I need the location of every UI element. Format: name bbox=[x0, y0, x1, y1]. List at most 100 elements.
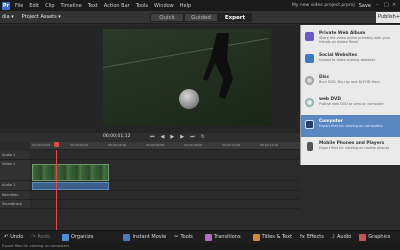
publish-item-desc: Export files for viewing on mobile phone… bbox=[319, 146, 390, 150]
menu-tools[interactable]: Tools bbox=[133, 3, 151, 9]
graphics-icon bbox=[359, 233, 367, 241]
loop-icon[interactable]: ↻ bbox=[201, 134, 205, 140]
action-bar: ↶ Undo ↷ Redo Organize Instant Movie ✂ Tool… bbox=[0, 230, 400, 243]
graphics-label: Graphics bbox=[368, 234, 391, 240]
organizer-icon bbox=[62, 233, 70, 241]
close-icon[interactable]: × bbox=[392, 3, 397, 8]
audio-icon: ♪ bbox=[331, 234, 336, 240]
instant-movie-button[interactable]: Instant Movie bbox=[123, 233, 167, 241]
publish-item-web-dvd[interactable]: web DVD Publish web DVD to view on compu… bbox=[301, 93, 400, 115]
track-label-audio-top[interactable]: Audio 1 bbox=[0, 151, 30, 160]
video-clip[interactable] bbox=[32, 164, 109, 181]
track-lane-narration[interactable] bbox=[30, 191, 300, 200]
transitions-button[interactable]: Transitions bbox=[204, 233, 241, 241]
monitor-panel bbox=[0, 25, 300, 133]
player-figure bbox=[203, 33, 233, 99]
go-to-end-icon[interactable]: ⏭ bbox=[190, 134, 195, 140]
tools-label: Tools bbox=[180, 234, 193, 240]
effects-button[interactable]: fx Effects bbox=[300, 234, 324, 240]
publish-item-web-album[interactable]: Private Web Album Share the video online… bbox=[301, 27, 400, 49]
menu-bar: Pr File Edit Clip Timeline Text Action B… bbox=[0, 0, 400, 11]
menu-text[interactable]: Text bbox=[85, 3, 101, 9]
effects-label: Effects bbox=[306, 234, 324, 240]
ruler-mark: 00;00;06;00 bbox=[146, 143, 165, 147]
menu-help[interactable]: Help bbox=[177, 3, 194, 9]
computer-icon bbox=[305, 120, 314, 129]
ruler-mark: 00;00;10;00 bbox=[222, 143, 241, 147]
effects-icon: fx bbox=[300, 234, 305, 240]
project-title: My new video project.prproj bbox=[291, 3, 355, 8]
tab-expert[interactable]: Expert bbox=[218, 13, 252, 22]
minimize-icon[interactable]: – bbox=[376, 3, 381, 8]
organizer-button[interactable]: Organize bbox=[62, 233, 93, 241]
publish-item-mobile[interactable]: Mobile Phones and Players Export files f… bbox=[301, 137, 400, 159]
audio-clip[interactable] bbox=[32, 182, 109, 190]
ruler-mark: 00;00;00;00 bbox=[32, 143, 51, 147]
redo-button[interactable]: ↷ Redo bbox=[31, 234, 50, 240]
menu-timeline[interactable]: Timeline bbox=[58, 3, 85, 9]
save-button[interactable]: Save bbox=[359, 3, 371, 9]
app-logo: Pr bbox=[2, 1, 10, 10]
publish-item-disc[interactable]: Disc Burn DVD, Blu-ray and AVCHD discs bbox=[301, 71, 400, 93]
undo-icon: ↶ bbox=[4, 234, 9, 240]
step-forward-icon[interactable]: ▶ bbox=[180, 134, 184, 140]
menu-file[interactable]: File bbox=[12, 3, 26, 9]
add-media-button[interactable]: dia ▾ bbox=[0, 14, 18, 20]
publish-item-computer[interactable]: Computer Export files for viewing on com… bbox=[301, 115, 400, 137]
tab-quick[interactable]: Quick bbox=[150, 13, 184, 22]
redo-icon: ↷ bbox=[31, 234, 36, 240]
titles-label: Titles & Text bbox=[261, 234, 293, 240]
video-preview[interactable] bbox=[103, 29, 271, 126]
graphics-button[interactable]: Graphics bbox=[359, 233, 391, 241]
tab-guided[interactable]: Guided bbox=[184, 13, 218, 22]
undo-label: Undo bbox=[10, 234, 24, 240]
playhead-handle[interactable] bbox=[54, 142, 59, 147]
audio-label: Audio bbox=[337, 234, 352, 240]
publish-item-social[interactable]: Social Websites Upload to video sharing … bbox=[301, 49, 400, 71]
mobile-phone-icon bbox=[307, 142, 313, 151]
ruler-mark: 00;00;04;00 bbox=[108, 143, 127, 147]
social-web-icon bbox=[305, 54, 314, 63]
timecode-display[interactable]: 00;00;01;12 bbox=[103, 134, 130, 139]
status-bar: Export files for viewing on computers bbox=[0, 243, 400, 250]
tools-button[interactable]: ✂ Tools bbox=[174, 234, 193, 240]
menu-action-bar[interactable]: Action Bar bbox=[101, 3, 133, 9]
menu-clip[interactable]: Clip bbox=[42, 3, 57, 9]
playhead-line[interactable] bbox=[56, 150, 57, 230]
transport-buttons: ⏮ ◀ ▶ ▶ ⏭ ↻ bbox=[150, 134, 205, 140]
ruler-mark: 00;00;08;00 bbox=[184, 143, 203, 147]
step-back-icon[interactable]: ◀ bbox=[161, 134, 165, 140]
project-assets-button[interactable]: Project Assets ▾ bbox=[18, 14, 65, 20]
play-icon[interactable]: ▶ bbox=[170, 134, 174, 140]
undo-button[interactable]: ↶ Undo bbox=[4, 234, 23, 240]
transitions-label: Transitions bbox=[213, 234, 241, 240]
go-to-start-icon[interactable]: ⏮ bbox=[150, 134, 155, 140]
maximize-icon[interactable]: □ bbox=[384, 3, 389, 8]
publish-item-desc: Publish web DVD to view on computer bbox=[319, 102, 384, 106]
track-lane-soundtrack[interactable] bbox=[30, 200, 300, 209]
ruler-mark: 00;00;12;00 bbox=[260, 143, 279, 147]
track-lane-audio-top[interactable] bbox=[30, 151, 300, 160]
disc-icon bbox=[305, 76, 314, 85]
menu-edit[interactable]: Edit bbox=[26, 3, 42, 9]
mode-tabs: Quick Guided Expert bbox=[150, 13, 252, 22]
audio-button[interactable]: ♪ Audio bbox=[332, 234, 351, 240]
track-label-narration[interactable]: Narration bbox=[0, 191, 30, 200]
timeline-panel: 00;00;00;00 00;00;02;00 00;00;04;00 00;0… bbox=[0, 142, 300, 230]
redo-label: Redo bbox=[37, 234, 51, 240]
track-label-soundtrack[interactable]: Soundtrack bbox=[0, 200, 30, 209]
transitions-icon bbox=[204, 233, 212, 241]
titles-button[interactable]: Titles & Text bbox=[252, 233, 293, 241]
top-toolbar: dia ▾ Project Assets ▾ Quick Guided Expe… bbox=[0, 11, 400, 24]
timeline-ruler[interactable]: 00;00;00;00 00;00;02;00 00;00;04;00 00;0… bbox=[30, 142, 300, 150]
instant-movie-icon bbox=[123, 233, 131, 241]
track-label-audio-1[interactable]: Audio 1 bbox=[0, 181, 30, 191]
publish-share-button[interactable]: Publish+ bbox=[376, 12, 400, 23]
transport-controls: 00;00;01;12 ⏮ ◀ ▶ ▶ ⏭ ↻ bbox=[0, 133, 300, 142]
menu-window[interactable]: Window bbox=[151, 3, 177, 9]
tools-icon: ✂ bbox=[174, 234, 179, 240]
track-label-video-1[interactable]: Video 1 bbox=[0, 160, 30, 181]
publish-item-desc: Burn DVD, Blu-ray and AVCHD discs bbox=[319, 80, 380, 84]
instant-movie-label: Instant Movie bbox=[132, 234, 167, 240]
publish-item-desc: Share the video online privately with yo… bbox=[319, 36, 391, 44]
